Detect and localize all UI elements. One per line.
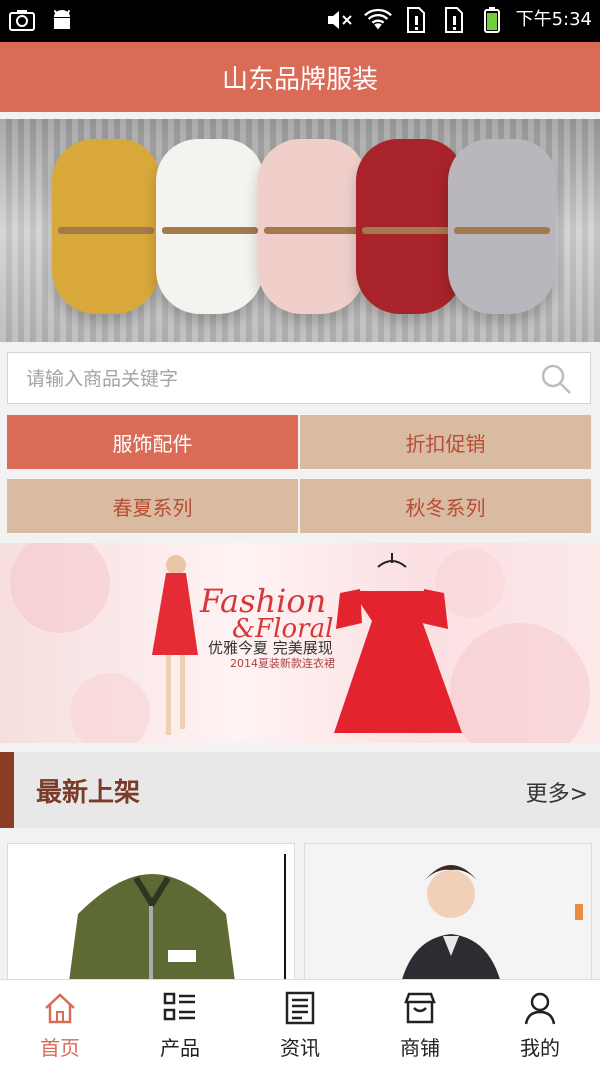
sim1-icon xyxy=(402,6,430,34)
section-title: 最新上架 xyxy=(36,778,141,808)
tab-label: 商铺 xyxy=(400,1036,440,1060)
white-garment xyxy=(156,139,264,314)
tab-news[interactable]: 资讯 xyxy=(240,980,360,1068)
tab-label: 资讯 xyxy=(280,1036,320,1060)
grey-garment xyxy=(448,139,556,314)
android-icon xyxy=(48,6,76,34)
tab-mine[interactable]: 我的 xyxy=(480,980,600,1068)
category-button-accessories[interactable]: 服饰配件 xyxy=(7,415,298,469)
news-icon xyxy=(285,991,315,1025)
pink-garment xyxy=(258,139,366,314)
status-time: 下午5:34 xyxy=(515,9,592,30)
wifi-icon xyxy=(363,6,392,34)
category-label: 服饰配件 xyxy=(112,431,193,456)
tab-label: 首页 xyxy=(40,1036,80,1060)
status-bar: 下午5:34 xyxy=(0,0,600,42)
screenshot-icon xyxy=(8,6,36,34)
sim2-icon xyxy=(440,6,468,34)
user-icon xyxy=(524,992,556,1025)
tab-label: 产品 xyxy=(160,1036,200,1060)
section-accent-bar xyxy=(0,752,14,828)
hero-banner-image[interactable] xyxy=(0,119,600,342)
page-title: 山东品牌服装 xyxy=(221,64,378,95)
section-header-new-arrivals: 最新上架 更多> xyxy=(0,752,600,828)
tab-home[interactable]: 首页 xyxy=(0,980,120,1068)
category-button-discount[interactable]: 折扣促销 xyxy=(300,415,591,469)
more-link[interactable]: 更多> xyxy=(526,776,588,808)
store-icon xyxy=(404,992,436,1024)
grid-list-icon xyxy=(163,992,195,1021)
yellow-garment xyxy=(52,139,160,314)
mute-icon xyxy=(326,6,354,34)
category-label: 春夏系列 xyxy=(112,495,193,520)
app-bar: 山东品牌服装 xyxy=(0,42,600,112)
category-button-autumn-winter[interactable]: 秋冬系列 xyxy=(300,479,591,533)
search-box xyxy=(7,352,591,405)
battery-icon xyxy=(478,6,506,34)
category-button-spring-summer[interactable]: 春夏系列 xyxy=(7,479,298,533)
search-input[interactable] xyxy=(8,353,548,405)
home-icon xyxy=(45,993,75,1024)
tab-label: 我的 xyxy=(520,1036,560,1060)
category-label: 折扣促销 xyxy=(405,431,486,456)
promo-subline: 2014夏装新款连衣裙 xyxy=(230,657,335,670)
search-icon[interactable] xyxy=(540,363,572,395)
tab-store[interactable]: 商铺 xyxy=(360,980,480,1068)
tab-products[interactable]: 产品 xyxy=(120,980,240,1068)
promo-banner[interactable]: Fashion &Floral 优雅今夏 完美展现 2014夏装新款连衣裙 xyxy=(0,543,600,743)
category-label: 秋冬系列 xyxy=(405,495,486,520)
bottom-tab-bar: 首页 产品 资讯 商铺 我的 xyxy=(0,979,600,1068)
